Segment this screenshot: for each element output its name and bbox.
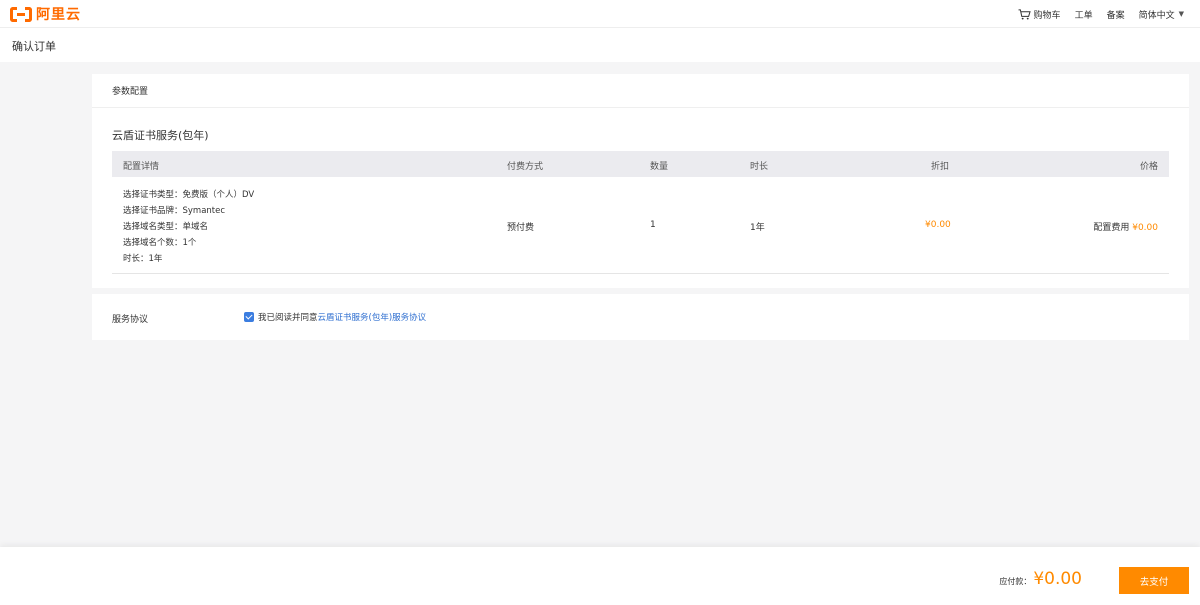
table-row: 选择证书类型：免费版（个人）DV 选择证书品牌：Symantec 选择域名类型：… [112,177,1169,274]
col-price: 价格 [1139,162,1158,172]
aliyun-logo[interactable]: 阿里云 [10,4,81,24]
col-duration: 时长 [750,162,769,172]
cart-icon [1018,8,1031,20]
quantity-value: 1 [650,220,656,230]
due-amount: ¥0.00 [1033,569,1082,589]
agreement-card: 服务协议 我已阅读并同意 云盾证书服务(包年)服务协议 [92,294,1189,340]
amount-due: 应付款： ¥0.00 [999,569,1082,589]
detail-line: 选择证书品牌：Symantec [123,206,226,216]
price-label: 配置费用 [1093,223,1130,233]
product-name: 云盾证书服务(包年) [112,129,209,142]
detail-line: 选择域名个数：1个 [123,238,197,248]
filing-link[interactable]: 备案 [1107,8,1125,21]
title-bar: 确认订单 [0,28,1200,62]
table-header: 配置详情 付费方式 数量 时长 折扣 价格 [112,151,1169,177]
col-detail: 配置详情 [123,162,160,172]
order-footer: 应付款： ¥0.00 去支付 [0,547,1200,605]
page-title: 确认订单 [12,40,56,53]
price-value: ¥0.00 [1132,223,1158,233]
pay-button[interactable]: 去支付 [1119,567,1189,594]
caret-down-icon: ▼ [1178,10,1184,18]
detail-line: 选择证书类型：免费版（个人）DV [123,190,255,200]
cart-link[interactable]: 购物车 [1018,8,1061,21]
price-cell: 配置费用 ¥0.00 [1093,220,1158,233]
agreement-checkbox[interactable] [244,312,254,322]
col-payment: 付费方式 [507,162,544,172]
ticket-link[interactable]: 工单 [1075,8,1093,21]
detail-line: 时长：1年 [123,254,163,264]
aliyun-logo-icon [10,6,32,22]
agreement-label: 服务协议 [112,315,149,325]
agreement-row: 我已阅读并同意 云盾证书服务(包年)服务协议 [244,311,426,323]
due-label: 应付款： [999,577,1032,586]
col-discount: 折扣 [931,162,950,172]
agreement-link[interactable]: 云盾证书服务(包年)服务协议 [318,311,427,323]
agreement-text: 我已阅读并同意 [258,313,318,323]
discount-value: ¥0.00 [925,220,951,230]
top-nav: 购物车 工单 备案 简体中文 ▼ [1004,0,1184,28]
col-quantity: 数量 [650,162,669,172]
config-details: 选择证书类型：免费版（个人）DV 选择证书品牌：Symantec 选择域名类型：… [123,187,254,267]
language-selector[interactable]: 简体中文 ▼ [1139,8,1184,21]
config-section-title: 参数配置 [92,74,1189,108]
top-header: 阿里云 购物车 工单 备案 简体中文 ▼ [0,0,1200,28]
payment-value: 预付费 [507,223,535,233]
duration-value: 1年 [750,223,765,233]
config-card: 参数配置 云盾证书服务(包年) 配置详情 付费方式 数量 时长 折扣 价格 选择… [92,74,1189,288]
detail-line: 选择域名类型：单域名 [123,222,209,232]
logo-text: 阿里云 [36,7,81,23]
config-table: 配置详情 付费方式 数量 时长 折扣 价格 选择证书类型：免费版（个人）DV 选… [112,151,1169,274]
language-label: 简体中文 [1138,10,1175,21]
cart-label: 购物车 [1033,10,1061,21]
